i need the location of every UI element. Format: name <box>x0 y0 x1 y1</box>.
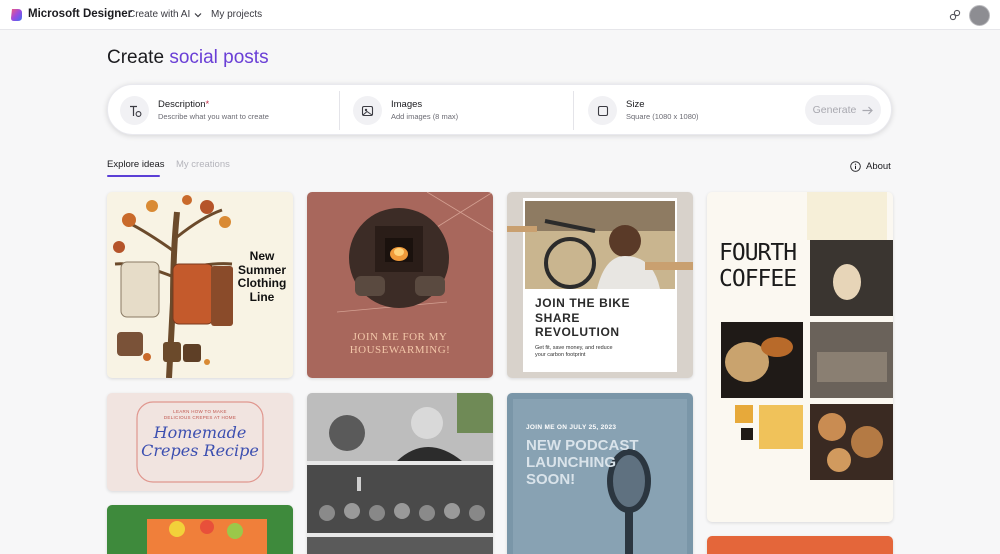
generate-label: Generate <box>812 104 857 116</box>
size-field[interactable]: Size Square (1080 x 1080) <box>588 85 788 136</box>
housewarming-card-text: JOIN ME FOR MY HOUSEWARMING! <box>349 331 451 356</box>
generate-button[interactable]: Generate <box>805 95 881 125</box>
template-card-orange[interactable] <box>707 536 893 554</box>
images-field[interactable]: Images Add images (8 max) <box>353 85 568 136</box>
coffee-card-title: FOURTH COFFEE <box>719 240 797 292</box>
cyclist-photo <box>525 201 675 289</box>
images-hint: Add images (8 max) <box>391 111 459 121</box>
tab-explore-ideas[interactable]: Explore ideas <box>107 159 165 170</box>
square-size-icon <box>588 96 617 125</box>
bike-card-subtitle: Get fit, save money, and reduce your car… <box>535 345 613 358</box>
conference-photo-collage <box>307 393 493 554</box>
template-card-bike-share[interactable]: JOIN THE BIKE SHARE REVOLUTION Get fit, … <box>507 192 693 378</box>
designer-logo-icon <box>11 9 22 21</box>
active-tab-indicator <box>107 175 160 177</box>
create-with-ai-menu[interactable]: Create with AI <box>128 9 202 20</box>
tab-my-creations[interactable]: My creations <box>176 159 230 170</box>
add-image-icon <box>353 96 382 125</box>
template-card-clothing[interactable]: New Summer Clothing Line <box>107 192 293 378</box>
description-label: Description* <box>158 98 210 110</box>
template-card-podcast[interactable]: JOIN ME ON JULY 25, 2023 NEW PODCAST LAU… <box>507 393 693 554</box>
podcast-card-date: JOIN ME ON JULY 25, 2023 <box>526 424 617 431</box>
crepes-card-kicker: LEARN HOW TO MAKE DELICIOUS CREPES AT HO… <box>163 409 237 420</box>
template-card-housewarming[interactable]: JOIN ME FOR MY HOUSEWARMING! <box>307 192 493 378</box>
text-prompt-icon <box>120 96 149 125</box>
bike-card-title: JOIN THE BIKE SHARE REVOLUTION <box>535 296 631 339</box>
top-nav-bar: Microsoft Designer Create with AI My pro… <box>0 0 1000 30</box>
crepes-card-title: Homemade Crepes Recipe <box>141 423 259 460</box>
chevron-down-icon <box>194 12 202 17</box>
template-card-food[interactable] <box>107 505 293 554</box>
bike-decor-strip <box>507 226 537 232</box>
arrow-right-icon <box>862 106 874 114</box>
clothing-card-text: New Summer Clothing Line <box>237 249 287 304</box>
brand-name[interactable]: Microsoft Designer <box>28 8 132 20</box>
podcast-card-title: NEW PODCAST LAUNCHING SOON! <box>526 437 639 488</box>
description-field[interactable]: Description* Describe what you want to c… <box>120 85 335 136</box>
my-projects-link[interactable]: My projects <box>211 9 262 20</box>
bike-decor-strip <box>645 262 693 270</box>
prompt-divider <box>339 91 340 130</box>
page-title: Create social posts <box>107 47 269 69</box>
info-icon <box>850 161 861 172</box>
description-hint: Describe what you want to create <box>158 111 269 121</box>
template-card-conference[interactable] <box>307 393 493 554</box>
size-value: Square (1080 x 1080) <box>626 111 699 121</box>
share-link-icon[interactable] <box>948 8 962 22</box>
page-title-accent: social posts <box>169 47 269 68</box>
about-label: About <box>866 161 891 172</box>
template-card-crepes[interactable]: LEARN HOW TO MAKE DELICIOUS CREPES AT HO… <box>107 393 293 491</box>
template-card-fourth-coffee[interactable]: FOURTH COFFEE <box>707 192 893 522</box>
size-label: Size <box>626 98 645 110</box>
food-photo <box>147 519 267 554</box>
create-with-ai-label: Create with AI <box>128 9 191 20</box>
about-button[interactable]: About <box>850 161 891 172</box>
prompt-bar: Description* Describe what you want to c… <box>107 84 892 135</box>
prompt-divider <box>573 91 574 130</box>
page-title-plain: Create <box>107 47 165 68</box>
images-label: Images <box>391 98 423 110</box>
user-avatar[interactable] <box>969 5 990 26</box>
